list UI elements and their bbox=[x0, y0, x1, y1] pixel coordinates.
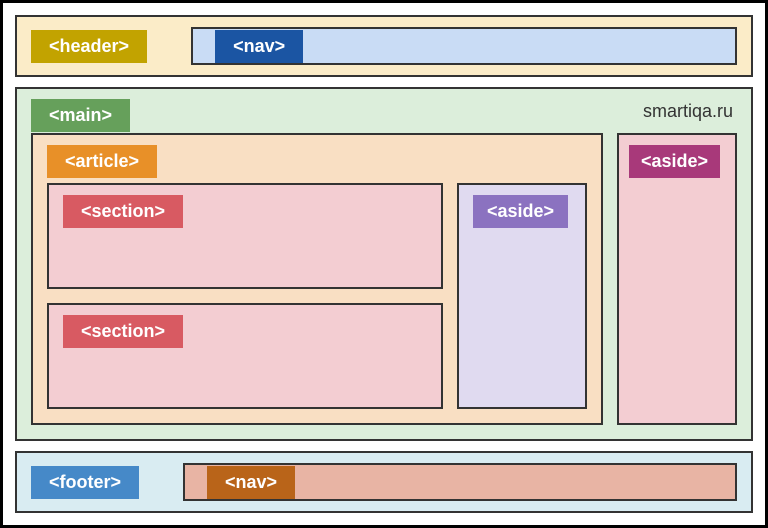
main-aside-tag: <aside> bbox=[629, 145, 720, 178]
main-tag: <main> bbox=[31, 99, 130, 132]
section-block: <section> bbox=[47, 183, 443, 289]
header-nav-tag: <nav> bbox=[215, 30, 303, 63]
header-block: <header> <nav> bbox=[15, 15, 753, 77]
section-tag: <section> bbox=[63, 315, 183, 348]
section-tag: <section> bbox=[63, 195, 183, 228]
article-aside-block: <aside> bbox=[457, 183, 587, 409]
footer-block: <footer> <nav> bbox=[15, 451, 753, 513]
section-block: <section> bbox=[47, 303, 443, 409]
footer-tag: <footer> bbox=[31, 466, 139, 499]
footer-nav-block: <nav> bbox=[183, 463, 737, 501]
header-tag: <header> bbox=[31, 30, 147, 63]
page-layout-diagram: <header> <nav> <main> smartiqa.ru <artic… bbox=[0, 0, 768, 528]
main-block: <main> smartiqa.ru <article> <section> <… bbox=[15, 87, 753, 441]
sections-column: <section> <section> bbox=[47, 183, 443, 409]
header-nav-block: <nav> bbox=[191, 27, 737, 65]
article-tag: <article> bbox=[47, 145, 157, 178]
watermark: smartiqa.ru bbox=[643, 101, 733, 122]
article-block: <article> <section> <section> <aside> bbox=[31, 133, 603, 425]
main-aside-block: <aside> bbox=[617, 133, 737, 425]
footer-nav-tag: <nav> bbox=[207, 466, 295, 499]
article-aside-tag: <aside> bbox=[473, 195, 568, 228]
